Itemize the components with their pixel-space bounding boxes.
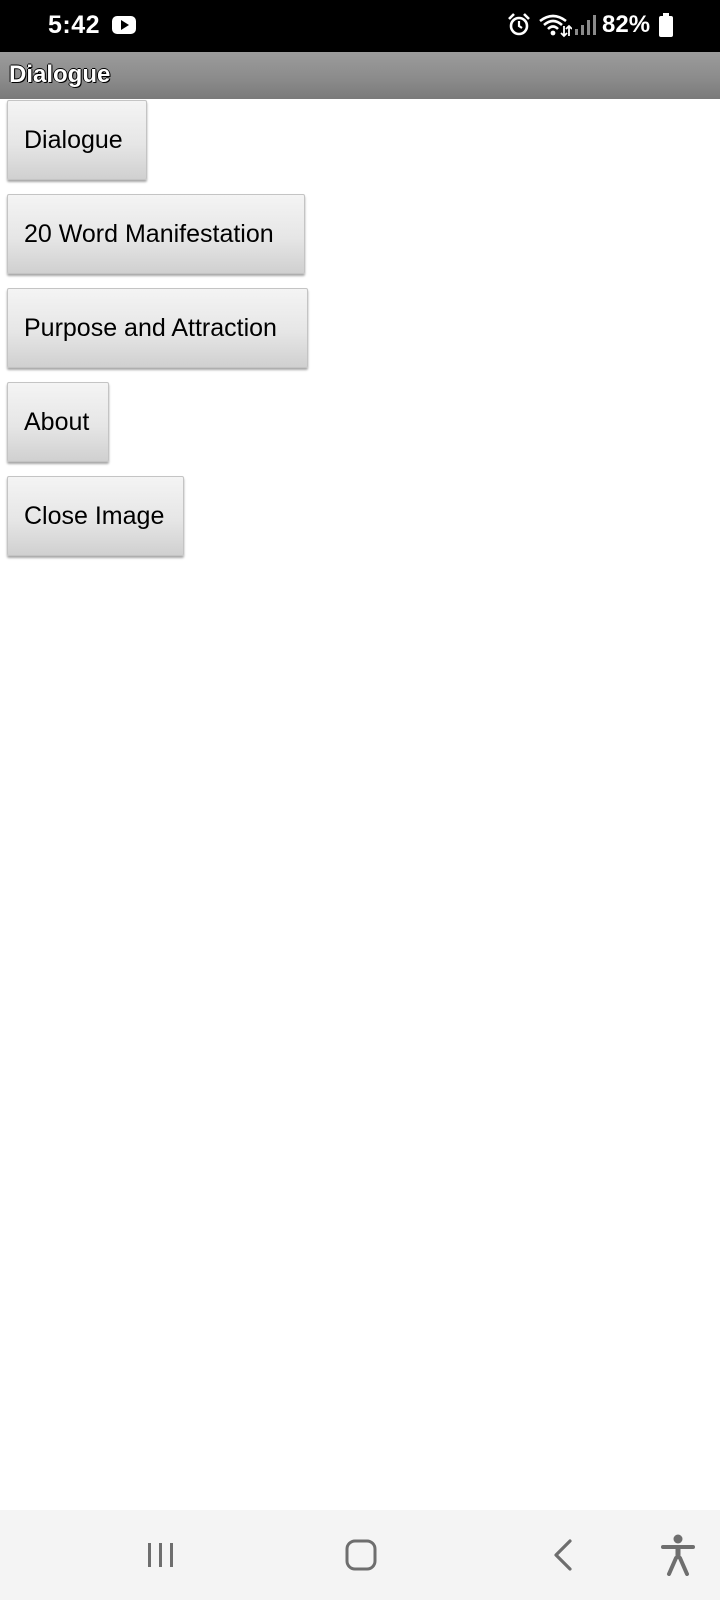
screen-title: Dialogue	[9, 61, 111, 88]
title-bar: Dialogue	[0, 52, 720, 99]
20-word-manifestation-button[interactable]: 20 Word Manifestation	[7, 194, 305, 274]
signal-icon	[575, 15, 596, 35]
home-icon[interactable]	[344, 1538, 378, 1572]
status-bar: 5:42 82%	[0, 0, 720, 52]
dialogue-button[interactable]: Dialogue	[7, 100, 147, 180]
about-button[interactable]: About	[7, 382, 109, 462]
youtube-icon	[112, 16, 136, 34]
back-icon[interactable]	[550, 1538, 576, 1572]
navigation-bar	[0, 1510, 720, 1600]
wifi-icon	[539, 14, 572, 38]
battery-percentage: 82%	[602, 11, 651, 38]
battery-icon	[659, 13, 673, 37]
purpose-and-attraction-button[interactable]: Purpose and Attraction	[7, 288, 308, 368]
alarm-icon	[508, 13, 530, 36]
recents-icon[interactable]	[146, 1540, 176, 1570]
status-time: 5:42	[48, 11, 101, 39]
app-screen: 5:42 82% Dialogue Dialogue 20 Word Manif…	[0, 0, 720, 1600]
close-image-button[interactable]: Close Image	[7, 476, 184, 556]
accessibility-icon[interactable]	[660, 1534, 696, 1576]
